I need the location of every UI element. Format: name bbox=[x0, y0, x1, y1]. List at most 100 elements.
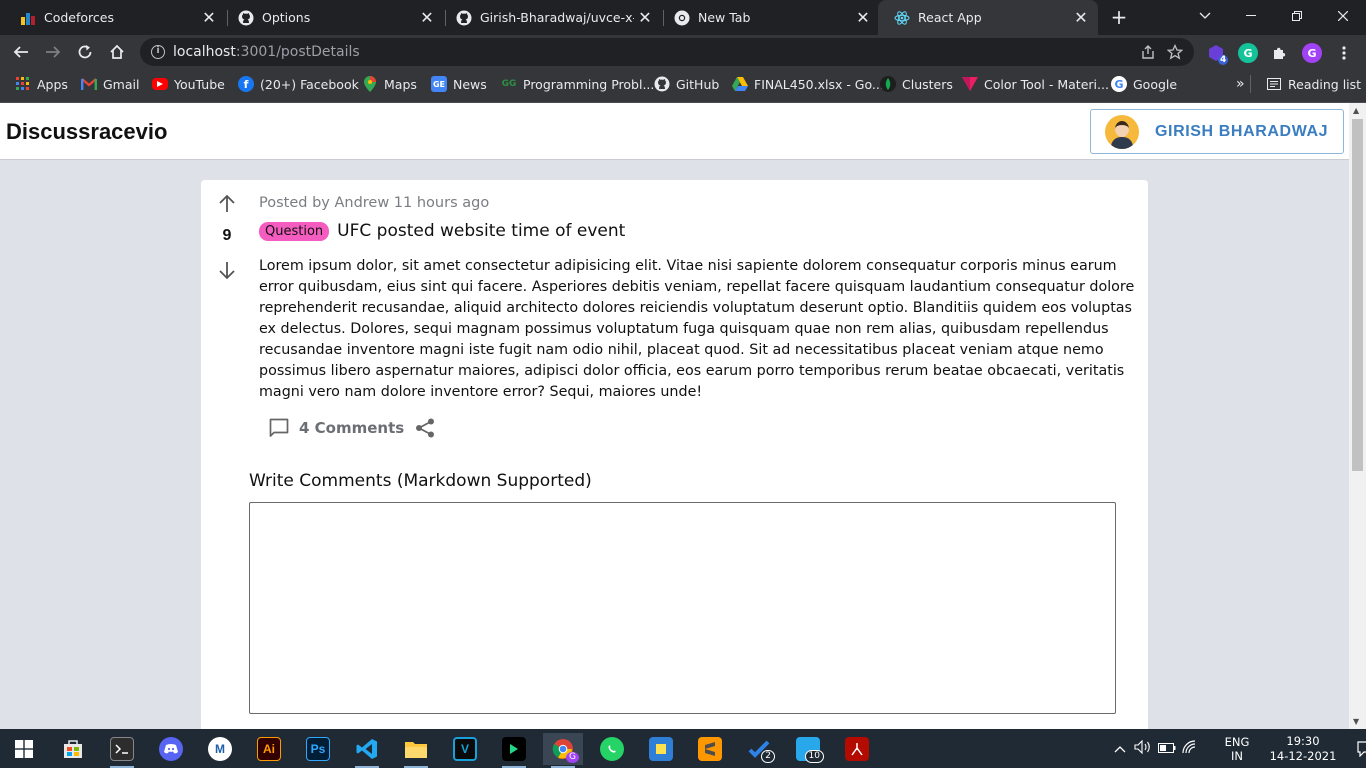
forward-button[interactable] bbox=[40, 39, 66, 65]
vscode-icon bbox=[355, 737, 379, 761]
whatsapp-desktop-app[interactable]: M bbox=[200, 733, 240, 765]
downvote-button[interactable] bbox=[215, 258, 239, 282]
grammarly-icon[interactable]: G bbox=[1238, 43, 1258, 63]
close-icon[interactable]: ✕ bbox=[198, 8, 220, 27]
bookmark-label: GitHub bbox=[676, 76, 720, 92]
sublime-app[interactable] bbox=[690, 733, 730, 765]
close-icon[interactable]: ✕ bbox=[1070, 8, 1092, 27]
bookmark-maps[interactable]: Maps bbox=[362, 69, 417, 99]
extensions-puzzle-icon[interactable] bbox=[1269, 43, 1289, 63]
profile-avatar[interactable]: G bbox=[1302, 43, 1322, 63]
address-bar[interactable]: i localhost:3001/postDetails bbox=[140, 38, 1194, 66]
store-app[interactable] bbox=[53, 733, 93, 765]
tab-title: Codeforces bbox=[44, 10, 114, 25]
bookmark-label: News bbox=[453, 76, 487, 92]
site-info-icon[interactable]: i bbox=[151, 45, 165, 59]
user-profile-button[interactable]: GIRISH BHARADWAJ bbox=[1090, 109, 1344, 154]
tab-title: React App bbox=[918, 10, 982, 25]
back-button[interactable] bbox=[8, 39, 34, 65]
show-hidden-icons-chevron-icon[interactable] bbox=[1114, 742, 1130, 756]
discord-app[interactable] bbox=[151, 733, 191, 765]
notifications-icon[interactable] bbox=[1348, 740, 1366, 757]
tab-options[interactable]: Options ✕ bbox=[222, 0, 444, 35]
bookmark-gmail[interactable]: Gmail bbox=[81, 69, 139, 99]
reload-button[interactable] bbox=[72, 39, 98, 65]
tab-new-tab[interactable]: New Tab ✕ bbox=[658, 0, 880, 35]
material-icon bbox=[962, 76, 978, 92]
scroll-up-arrow-icon[interactable]: ▲ bbox=[1353, 106, 1359, 115]
reading-list-button[interactable]: Reading list bbox=[1266, 69, 1361, 99]
brand-logo[interactable]: Discussracevio bbox=[6, 119, 167, 145]
terminal-app[interactable] bbox=[102, 733, 142, 768]
vim-app[interactable]: V bbox=[445, 733, 485, 765]
more-bookmarks-button[interactable]: » bbox=[1236, 69, 1245, 99]
tab-github-repo[interactable]: Girish-Bharadwaj/uvce-x-clie ✕ bbox=[440, 0, 662, 35]
bookmark-color-tool[interactable]: Color Tool - Materi... bbox=[962, 69, 1109, 99]
post-actions: 4 Comments bbox=[267, 416, 436, 440]
share-page-icon[interactable] bbox=[1140, 44, 1156, 64]
new-tab-button[interactable]: + bbox=[1108, 6, 1130, 28]
page-scrollbar[interactable]: ▲ ▼ bbox=[1349, 103, 1366, 729]
bookmark-programming-problems[interactable]: GG Programming Probl... bbox=[501, 69, 655, 99]
bookmark-github[interactable]: GitHub bbox=[654, 69, 719, 99]
bookmark-star-icon[interactable] bbox=[1166, 43, 1184, 64]
share-icon[interactable] bbox=[414, 417, 436, 439]
battery-icon[interactable] bbox=[1158, 742, 1182, 756]
post-meta: Posted by Andrew 11 hours ago bbox=[259, 195, 490, 211]
scrollbar-thumb[interactable] bbox=[1352, 119, 1363, 471]
illustrator-app[interactable]: Ai bbox=[249, 733, 289, 765]
tab-react-app[interactable]: React App ✕ bbox=[878, 0, 1098, 35]
bookmark-label: Programming Probl... bbox=[523, 76, 655, 92]
bookmarks-bar: Apps Gmail YouTube f (20+) Facebook Maps… bbox=[0, 69, 1366, 103]
bookmark-final450[interactable]: FINAL450.xlsx - Go... bbox=[732, 69, 884, 99]
photoshop-app[interactable]: Ps bbox=[298, 733, 338, 765]
comments-count-link[interactable]: 4 Comments bbox=[299, 419, 404, 437]
tab-search-icon[interactable] bbox=[1182, 0, 1228, 32]
comment-icon[interactable] bbox=[267, 416, 291, 440]
bookmark-apps[interactable]: Apps bbox=[15, 69, 68, 99]
bookmark-facebook[interactable]: f (20+) Facebook bbox=[238, 69, 359, 99]
language-code: ENG bbox=[1224, 734, 1250, 749]
start-button[interactable] bbox=[4, 733, 44, 765]
bookmark-youtube[interactable]: YouTube bbox=[152, 69, 225, 99]
bookmark-news[interactable]: GE News bbox=[431, 69, 487, 99]
extension-icon[interactable]: 4 bbox=[1206, 43, 1229, 65]
close-icon[interactable]: ✕ bbox=[416, 8, 438, 27]
sublime-icon bbox=[698, 737, 722, 761]
vscode-app[interactable] bbox=[347, 733, 387, 768]
user-name: GIRISH BHARADWAJ bbox=[1155, 122, 1329, 140]
close-icon[interactable]: ✕ bbox=[634, 8, 656, 27]
whatsapp-app[interactable] bbox=[592, 733, 632, 765]
profile-initial: G bbox=[1307, 46, 1317, 60]
jetbrains-app[interactable] bbox=[494, 733, 534, 768]
chrome-app[interactable]: G bbox=[543, 733, 583, 768]
tab-codeforces[interactable]: Codeforces ✕ bbox=[4, 0, 226, 35]
comment-textarea[interactable] bbox=[249, 502, 1116, 714]
todo-app[interactable]: 2 bbox=[739, 733, 779, 765]
acrobat-app[interactable] bbox=[837, 733, 877, 765]
minimize-button[interactable] bbox=[1228, 0, 1274, 32]
clock[interactable]: 19:30 14-12-2021 bbox=[1264, 734, 1342, 764]
bookmark-clusters[interactable]: Clusters bbox=[880, 69, 953, 99]
close-icon[interactable]: ✕ bbox=[852, 8, 874, 27]
bookmark-label: Gmail bbox=[103, 76, 140, 92]
upvote-button[interactable] bbox=[215, 192, 239, 216]
gmail-icon bbox=[81, 76, 97, 92]
language-indicator[interactable]: ENG IN bbox=[1214, 735, 1260, 763]
wifi-icon[interactable] bbox=[1182, 740, 1208, 757]
clock-time: 19:30 bbox=[1286, 733, 1320, 748]
files-app[interactable]: 10 bbox=[788, 733, 828, 765]
close-window-button[interactable] bbox=[1320, 0, 1366, 32]
file-explorer-app[interactable] bbox=[396, 733, 436, 768]
jetbrains-icon bbox=[502, 737, 526, 761]
bookmark-label: YouTube bbox=[174, 76, 225, 92]
sticky-notes-app[interactable] bbox=[641, 733, 681, 765]
home-button[interactable] bbox=[104, 39, 130, 65]
restore-button[interactable] bbox=[1274, 0, 1320, 32]
volume-icon[interactable] bbox=[1134, 739, 1158, 757]
scroll-down-arrow-icon[interactable]: ▼ bbox=[1353, 717, 1359, 726]
discord-icon bbox=[159, 737, 183, 761]
grammarly-letter: G bbox=[1243, 46, 1253, 60]
more-menu-icon[interactable] bbox=[1334, 43, 1354, 63]
bookmark-google[interactable]: G Google bbox=[1111, 69, 1177, 99]
